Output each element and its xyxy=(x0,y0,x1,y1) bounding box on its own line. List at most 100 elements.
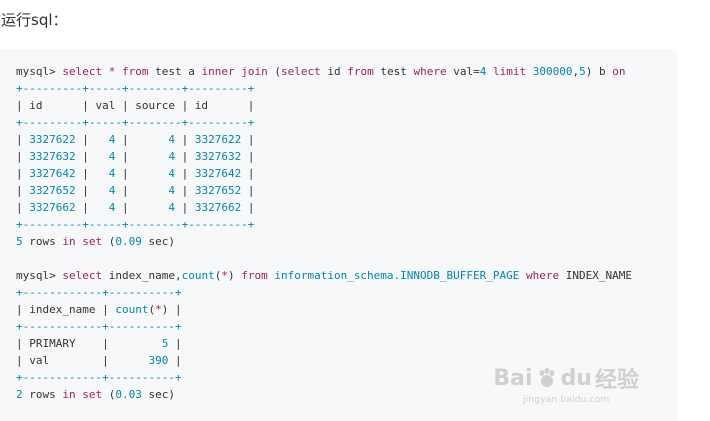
code-token: | xyxy=(168,337,182,350)
code-token: 3327652 xyxy=(29,184,76,197)
code-token: | xyxy=(115,184,169,197)
code-token: 3327622 xyxy=(29,133,76,146)
code-token: INDEX_NAME xyxy=(559,269,632,282)
code-token: count xyxy=(181,269,215,282)
code-token: inner xyxy=(201,65,235,78)
code-token: ) | xyxy=(161,303,182,316)
code-line: +------------+----------+ xyxy=(16,318,632,335)
code-token: sec) xyxy=(141,235,175,248)
code-token: | id | val | source | id | xyxy=(16,99,255,112)
code-token: 3327632 xyxy=(194,150,242,163)
code-token: 3327632 xyxy=(29,150,76,163)
code-token: 390 xyxy=(148,354,169,367)
code-token: 4 xyxy=(168,133,175,146)
code-token: ( xyxy=(267,65,281,78)
code-token: +------------+----------+ xyxy=(16,320,182,333)
code-token: | xyxy=(75,184,109,197)
code-token: ) xyxy=(227,269,242,282)
code-token: mysql> xyxy=(16,269,63,282)
code-token: | xyxy=(174,201,195,214)
code-token: | xyxy=(241,201,255,214)
code-token: +---------+-----+--------+---------+ xyxy=(16,82,255,95)
code-token: | xyxy=(115,167,169,180)
code-token: from xyxy=(121,65,149,78)
code-line: +---------+-----+--------+---------+ xyxy=(16,114,632,131)
code-token: +---------+-----+--------+---------+ xyxy=(16,218,255,231)
code-token: 4 xyxy=(168,184,175,197)
code-token: test xyxy=(373,65,414,78)
code-token: +---------+-----+--------+---------+ xyxy=(16,116,255,129)
code-token: select xyxy=(280,65,321,78)
baidu-jingyan-watermark: Bai du 经验 jingyan.baidu.com xyxy=(493,362,639,406)
watermark-brand-cn: 经验 xyxy=(594,368,639,393)
code-token: | xyxy=(16,201,30,214)
code-token: index_name, xyxy=(102,269,182,282)
code-token: | xyxy=(174,133,195,146)
code-token: test a xyxy=(148,65,202,78)
code-token: | val | xyxy=(16,354,149,367)
code-token: in xyxy=(62,388,76,401)
code-token: | xyxy=(75,133,109,146)
code-token: id xyxy=(320,65,348,78)
code-line: | 3327662 | 4 | 4 | 3327662 | xyxy=(16,199,632,216)
code-token: | xyxy=(16,150,30,163)
code-token: | xyxy=(16,167,30,180)
watermark-url: jingyan.baidu.com xyxy=(522,395,610,405)
code-token: limit xyxy=(492,65,527,78)
section-heading: 运行sql： xyxy=(1,11,68,29)
code-token: | xyxy=(241,133,255,146)
code-token: information_schema.INNODB_BUFFER_PAGE xyxy=(274,269,520,282)
code-line: 5 rows in set (0.09 sec) xyxy=(16,233,632,250)
code-token: rows xyxy=(22,388,63,401)
code-token: select xyxy=(62,269,103,282)
code-token: | xyxy=(75,150,109,163)
code-token: | xyxy=(174,184,195,197)
code-token: from xyxy=(241,269,268,282)
code-token: 3327662 xyxy=(194,201,242,214)
code-line: | 3327632 | 4 | 4 | 3327632 | xyxy=(16,148,632,165)
code-token: val= xyxy=(446,65,480,78)
code-token: ( xyxy=(102,388,116,401)
code-token: 4 xyxy=(168,201,175,214)
code-token: * xyxy=(221,269,228,282)
code-token: | xyxy=(115,150,169,163)
code-line: | PRIMARY | 5 | xyxy=(16,335,632,352)
code-line: +---------+-----+--------+---------+ xyxy=(16,216,632,233)
code-token: * xyxy=(155,303,162,316)
code-token: select xyxy=(62,65,103,78)
code-token: 0.09 xyxy=(115,235,142,248)
code-line: | 3327652 | 4 | 4 | 3327652 | xyxy=(16,182,632,199)
code-token: on xyxy=(612,65,626,78)
code-token: +------------+----------+ xyxy=(16,286,182,299)
code-token: set xyxy=(82,235,103,248)
code-token: count xyxy=(115,303,149,316)
code-line: +---------+-----+--------+---------+ xyxy=(16,80,632,97)
code-token: | xyxy=(174,167,195,180)
code-token: rows xyxy=(22,235,63,248)
code-line: mysql> select index_name,count(*) from i… xyxy=(16,267,632,284)
code-token: | xyxy=(168,354,182,367)
code-token: from xyxy=(347,65,374,78)
code-token: | xyxy=(16,184,30,197)
code-token: 3327642 xyxy=(29,167,76,180)
paw-logo-icon xyxy=(539,367,554,387)
code-token: 3327662 xyxy=(29,201,76,214)
watermark-brand-right: du xyxy=(560,365,592,391)
code-token: | xyxy=(75,201,109,214)
code-token: | index_name | xyxy=(16,303,116,316)
code-line: | 3327642 | 4 | 4 | 3327642 | xyxy=(16,165,632,182)
code-token: 3327622 xyxy=(194,133,242,146)
code-token: | xyxy=(16,133,30,146)
watermark-brand-left: Bai xyxy=(493,365,533,391)
code-line: | id | val | source | id | xyxy=(16,97,632,114)
code-token: | xyxy=(174,150,195,163)
code-token: ( xyxy=(102,235,116,248)
code-token: in xyxy=(62,235,76,248)
code-token: 3327652 xyxy=(194,184,242,197)
code-token: sec) xyxy=(141,388,175,401)
code-block: mysql> select * from test a inner join (… xyxy=(0,49,677,421)
